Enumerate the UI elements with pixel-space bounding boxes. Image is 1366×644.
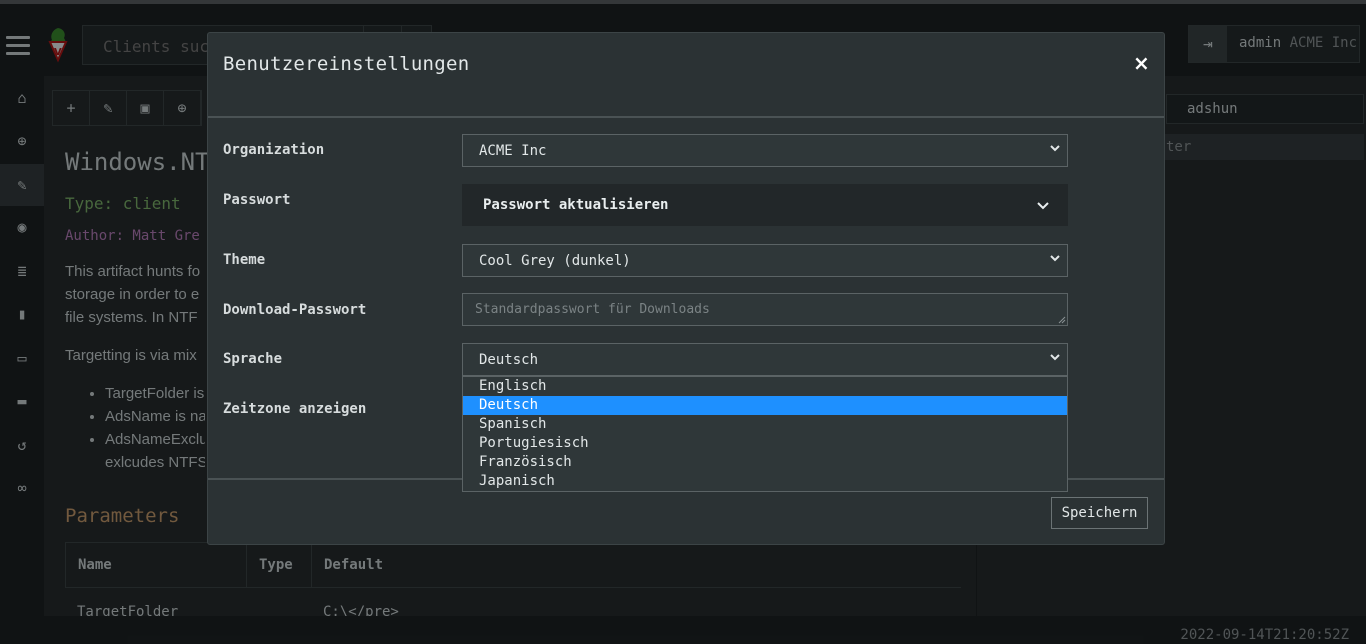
download-password-label: Download-Passwort (223, 302, 367, 318)
divider (208, 116, 1164, 118)
theme-select[interactable]: Cool Grey (dunkel) (462, 244, 1068, 277)
language-select[interactable]: Deutsch (462, 343, 1068, 376)
resize-grip-icon[interactable] (1058, 316, 1066, 324)
chevron-down-icon (1050, 354, 1060, 361)
language-option[interactable]: Portugiesisch (463, 434, 1067, 453)
dialog-title: Benutzereinstellungen (223, 53, 470, 75)
user-settings-dialog: Benutzereinstellungen × Organization ACM… (207, 32, 1165, 545)
organization-select[interactable]: ACME Inc (462, 134, 1068, 167)
chevron-down-icon (1050, 145, 1060, 152)
language-dropdown-list: Englisch Deutsch Spanisch Portugiesisch … (462, 376, 1068, 492)
password-label: Passwort (223, 192, 291, 208)
language-option-selected[interactable]: Deutsch (463, 396, 1067, 415)
theme-label: Theme (223, 252, 266, 268)
organization-label: Organization (223, 142, 325, 158)
download-password-field[interactable]: Standardpasswort für Downloads (462, 293, 1068, 326)
language-option[interactable]: Japanisch (463, 472, 1067, 491)
chevron-down-icon (1050, 255, 1060, 262)
save-button[interactable]: Speichern (1051, 497, 1148, 529)
language-label: Sprache (223, 351, 283, 367)
language-option[interactable]: Spanisch (463, 415, 1067, 434)
close-icon[interactable]: × (1133, 51, 1150, 75)
password-update-toggle[interactable]: Passwort aktualisieren (462, 184, 1068, 226)
chevron-down-icon (1037, 202, 1049, 210)
language-option[interactable]: Französisch (463, 453, 1067, 472)
timezone-label: Zeitzone anzeigen (223, 401, 367, 417)
language-option[interactable]: Englisch (463, 377, 1067, 396)
